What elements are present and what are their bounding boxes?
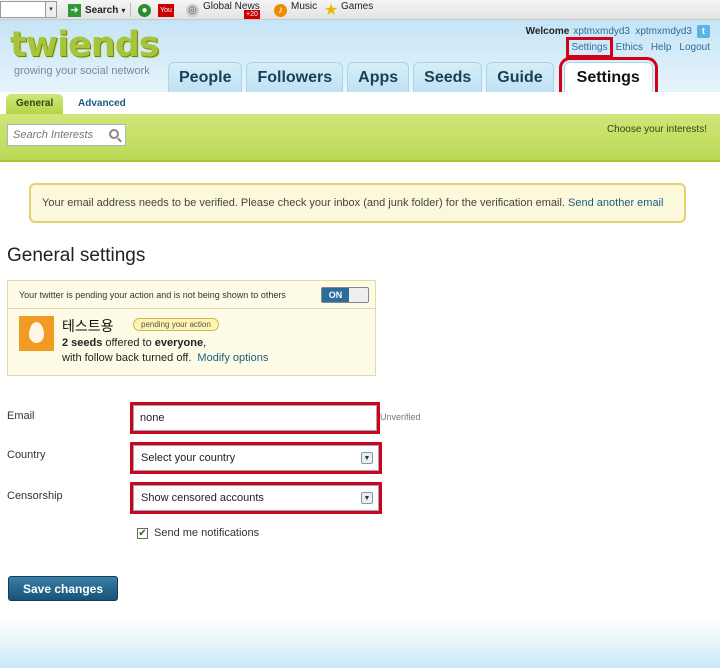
welcome-username[interactable]: xptmxmdyd3 (573, 26, 630, 37)
welcome-text: Welcome xptmxmdyd3 (526, 26, 630, 37)
globe-icon: ◎ (186, 3, 199, 17)
youtube-icon: You (158, 3, 174, 17)
subtab-general[interactable]: General (6, 94, 64, 114)
toggle-on-label: ON (322, 288, 349, 302)
seeds-offer-text: 2 seeds offered to everyone, (62, 337, 206, 349)
notifications-checkbox[interactable]: ✔ (137, 528, 148, 539)
toolbar-games[interactable]: ★ Games (324, 0, 373, 20)
follow-back-label: with follow back turned off. (62, 352, 192, 364)
browser-toolbar: ▾ ➜ Search ▾ ● You ◎ Global News +20 ♪ M… (0, 0, 720, 20)
nav-tab-people[interactable]: People (168, 62, 243, 92)
chevron-down-icon[interactable]: ▼ (361, 492, 373, 504)
toolbar-games-label: Games (341, 0, 374, 12)
save-changes-button[interactable]: Save changes (8, 576, 118, 601)
toolbar-music-label: Music (291, 0, 318, 12)
send-another-email-link[interactable]: Send another email (568, 197, 663, 209)
twitter-icon[interactable]: t (697, 25, 710, 38)
interests-bar: Choose your interests! (0, 114, 720, 162)
account-name: 테스트용 (62, 318, 114, 334)
site-header: twiends growing your social network Welc… (0, 20, 720, 97)
country-select-value: Select your country (141, 452, 236, 464)
censorship-label: Censorship (7, 490, 63, 502)
censorship-select-value: Show censored accounts (141, 492, 264, 504)
subtab-advanced[interactable]: Advanced (68, 94, 136, 114)
nav-tab-settings[interactable]: Settings (558, 57, 658, 97)
pending-header: Your twitter is pending your action and … (8, 281, 375, 309)
nav-tab-guide[interactable]: Guide (486, 62, 554, 92)
country-label: Country (7, 449, 46, 461)
toolbar-music[interactable]: ♪ Music (274, 0, 317, 20)
search-arrow-icon: ➜ (68, 3, 81, 17)
nav-tab-seeds[interactable]: Seeds (413, 62, 483, 92)
news-count-badge: +20 (244, 10, 260, 19)
toolbar-search-label: Search (85, 4, 119, 16)
status-badge: pending your action (133, 318, 219, 331)
top-links: Settings Ethics Help Logout (566, 37, 710, 58)
top-link-settings[interactable]: Settings (566, 37, 613, 58)
toolbar-separator (130, 3, 131, 17)
settings-subtabs: General Advanced (0, 92, 720, 114)
email-status: Unverified (380, 412, 421, 422)
toolbar-youtube-button[interactable]: You (158, 0, 178, 20)
welcome-label: Welcome (525, 26, 570, 37)
notice-text: Your email address needs to be verified.… (42, 197, 565, 209)
toolbar-global-news[interactable]: ◎ Global News +20 (186, 0, 260, 20)
top-link-help[interactable]: Help (651, 42, 672, 53)
comma-text: , (203, 337, 207, 349)
chevron-down-icon[interactable]: ▼ (361, 452, 373, 464)
modify-options-link[interactable]: Modify options (197, 352, 268, 364)
email-field[interactable]: none (130, 402, 380, 434)
notifications-label[interactable]: Send me notifications (154, 527, 259, 539)
top-link-logout[interactable]: Logout (679, 42, 710, 53)
toolbar-search-button[interactable]: ➜ Search ▾ (68, 0, 125, 20)
search-icon[interactable] (109, 129, 119, 139)
music-icon: ♪ (274, 3, 287, 17)
site-tagline: growing your social network (14, 65, 150, 77)
interest-search-box (7, 124, 126, 146)
site-logo[interactable]: twiends (10, 25, 160, 65)
seeds-audience: everyone (154, 337, 204, 349)
toolbar-dropdown-arrow[interactable]: ▾ (46, 1, 57, 18)
page-footer (0, 620, 720, 668)
choose-interests-link[interactable]: Choose your interests! (607, 124, 707, 135)
nav-tab-followers[interactable]: Followers (246, 62, 344, 92)
censorship-select[interactable]: Show censored accounts ▼ (130, 482, 382, 514)
search-interests-input[interactable] (8, 125, 100, 145)
top-link-ethics[interactable]: Ethics (616, 42, 643, 53)
main-nav: People Followers Apps Seeds Guide Settin… (168, 57, 658, 97)
page-title: General settings (7, 245, 146, 266)
star-icon: ★ (324, 1, 339, 19)
pending-header-text: Your twitter is pending your action and … (19, 290, 286, 300)
follow-back-text: with follow back turned off. Modify optio… (62, 352, 268, 364)
country-select[interactable]: Select your country ▼ (130, 442, 382, 474)
nav-tab-apps[interactable]: Apps (347, 62, 410, 92)
email-label: Email (7, 410, 35, 422)
toolbar-search-input[interactable] (0, 1, 46, 18)
email-verification-notice: Your email address needs to be verified.… (29, 183, 686, 223)
visibility-toggle[interactable]: ON (321, 287, 369, 303)
pending-account-box: Your twitter is pending your action and … (7, 280, 376, 376)
toolbar-app-button[interactable]: ● (138, 0, 155, 20)
egg-icon (29, 322, 44, 343)
twitter-handle[interactable]: xptmxmdyd3 (635, 26, 692, 37)
avatar (19, 316, 54, 351)
chevron-down-icon: ▾ (121, 5, 126, 15)
seeds-count: 2 seeds (62, 337, 103, 349)
offered-to-text: offered to (102, 337, 155, 349)
app-icon: ● (138, 3, 151, 17)
